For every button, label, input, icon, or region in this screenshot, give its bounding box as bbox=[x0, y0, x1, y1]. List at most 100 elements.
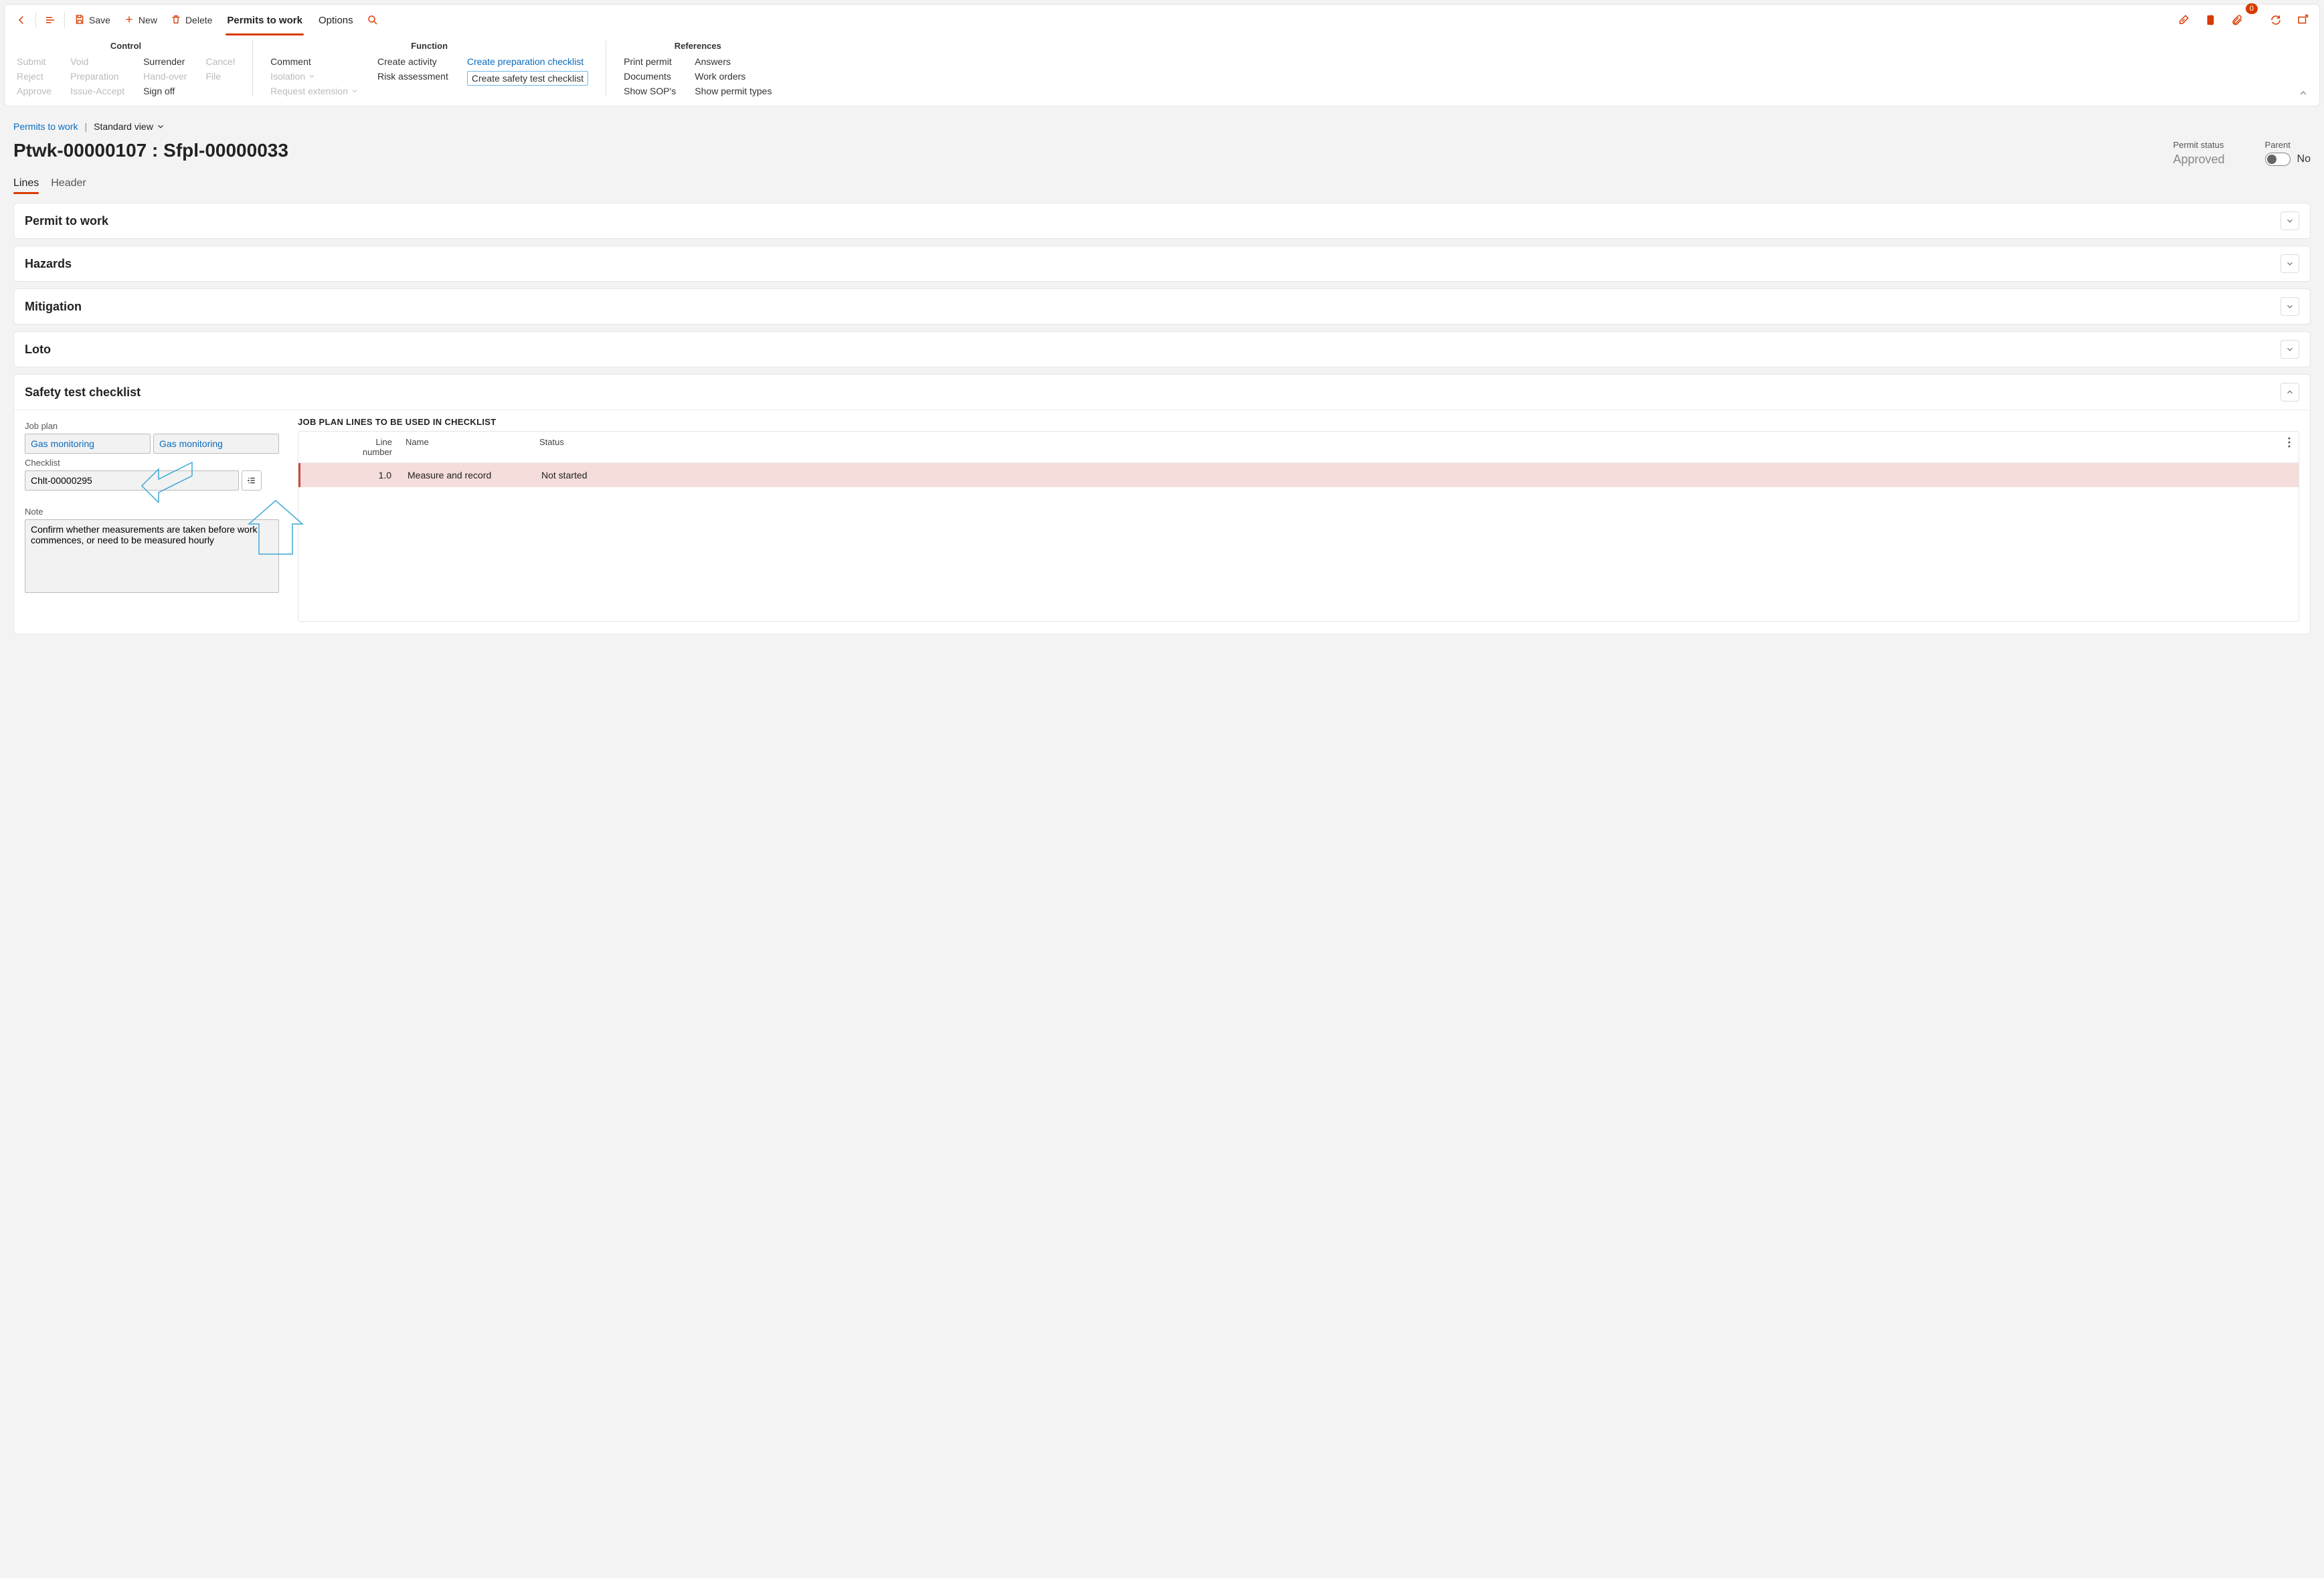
separator bbox=[64, 12, 65, 28]
new-label: New bbox=[139, 15, 157, 25]
expand-button[interactable] bbox=[2281, 211, 2299, 230]
action-create-safety-checklist[interactable]: Create safety test checklist bbox=[467, 71, 588, 86]
action-print-permit[interactable]: Print permit bbox=[624, 56, 676, 67]
action-request-extension[interactable]: Request extension bbox=[270, 86, 359, 96]
fasttab-title: Safety test checklist bbox=[25, 385, 141, 400]
fasttab-header[interactable]: Loto bbox=[14, 332, 2310, 367]
checklist-id-input[interactable] bbox=[25, 470, 239, 491]
back-button[interactable] bbox=[10, 9, 33, 31]
fasttab-loto: Loto bbox=[13, 331, 2311, 367]
action-preparation[interactable]: Preparation bbox=[70, 71, 124, 82]
chevron-up-icon bbox=[2285, 387, 2295, 397]
refresh-button[interactable] bbox=[2264, 9, 2287, 31]
collapse-button[interactable] bbox=[2281, 383, 2299, 402]
office-icon[interactable] bbox=[2199, 9, 2222, 31]
action-surrender[interactable]: Surrender bbox=[143, 56, 187, 67]
note-textarea[interactable] bbox=[25, 519, 279, 593]
job-plan-name-input[interactable] bbox=[153, 434, 279, 454]
action-create-prep-checklist[interactable]: Create preparation checklist bbox=[467, 56, 588, 67]
col-status[interactable]: Status bbox=[533, 432, 2280, 462]
title-row: Ptwk-00000107 : Sfpl-00000033 Permit sta… bbox=[13, 140, 2311, 173]
safety-form: Job plan Checklist Note bbox=[25, 417, 279, 622]
expand-button[interactable] bbox=[2281, 254, 2299, 273]
group-title: Control bbox=[17, 41, 235, 56]
separator bbox=[35, 12, 36, 28]
ribbon-group-control: Control Submit Reject Approve Void Prepa… bbox=[17, 41, 235, 96]
chevron-down-icon bbox=[2285, 259, 2295, 268]
ribbon-group-function: Function Comment Isolation Request exten… bbox=[270, 41, 588, 96]
action-file[interactable]: File bbox=[205, 71, 235, 82]
plus-icon bbox=[124, 14, 135, 27]
action-show-permit-types[interactable]: Show permit types bbox=[695, 86, 772, 96]
eraser-icon[interactable] bbox=[2172, 9, 2195, 31]
action-void[interactable]: Void bbox=[70, 56, 124, 67]
action-risk-assessment[interactable]: Risk assessment bbox=[377, 71, 448, 82]
view-selector[interactable]: Standard view bbox=[94, 121, 165, 132]
new-button[interactable]: New bbox=[117, 9, 164, 31]
job-plan-grid: Line number Name Status 1.0 Measure and … bbox=[298, 431, 2299, 622]
action-create-activity[interactable]: Create activity bbox=[377, 56, 448, 67]
action-reject[interactable]: Reject bbox=[17, 71, 52, 82]
chevron-down-icon bbox=[156, 122, 165, 131]
action-approve[interactable]: Approve bbox=[17, 86, 52, 96]
action-handover[interactable]: Hand-over bbox=[143, 71, 187, 82]
expand-button[interactable] bbox=[2281, 340, 2299, 359]
trash-icon bbox=[171, 14, 181, 27]
fasttab-hazards: Hazards bbox=[13, 246, 2311, 282]
action-documents[interactable]: Documents bbox=[624, 71, 676, 82]
fasttab-header[interactable]: Mitigation bbox=[14, 289, 2310, 324]
subtab-header[interactable]: Header bbox=[51, 177, 86, 193]
delete-label: Delete bbox=[185, 15, 212, 25]
breadcrumb-link[interactable]: Permits to work bbox=[13, 121, 78, 132]
grid-header-row: Line number Name Status bbox=[298, 432, 2299, 463]
chevron-down-icon bbox=[2285, 216, 2295, 226]
checklist-lookup-button[interactable] bbox=[242, 470, 262, 491]
fasttab-title: Hazards bbox=[25, 257, 72, 271]
collapse-ribbon-button[interactable] bbox=[2298, 88, 2309, 100]
parent-toggle[interactable] bbox=[2265, 153, 2291, 166]
attachments-button[interactable] bbox=[2226, 9, 2248, 31]
action-issue-accept[interactable]: Issue-Accept bbox=[70, 86, 124, 96]
tab-options[interactable]: Options bbox=[310, 5, 361, 35]
ribbon-group-references: References Print permit Documents Show S… bbox=[624, 41, 772, 96]
save-button[interactable]: Save bbox=[68, 9, 117, 31]
action-isolation[interactable]: Isolation bbox=[270, 71, 359, 82]
fasttab-safety-checklist: Safety test checklist Job plan Checklist bbox=[13, 374, 2311, 634]
list-toggle-icon[interactable] bbox=[39, 9, 62, 31]
action-work-orders[interactable]: Work orders bbox=[695, 71, 772, 82]
chevron-down-icon bbox=[351, 87, 359, 95]
grid-row[interactable]: 1.0 Measure and record Not started bbox=[298, 463, 2299, 487]
tab-permits-to-work[interactable]: Permits to work bbox=[219, 5, 310, 35]
action-submit[interactable]: Submit bbox=[17, 56, 52, 67]
cell-status: Not started bbox=[535, 463, 2299, 487]
expand-button[interactable] bbox=[2281, 297, 2299, 316]
page-content: Permits to work | Standard view Ptwk-000… bbox=[0, 110, 2324, 654]
grid-more-button[interactable] bbox=[2280, 432, 2299, 462]
action-show-sops[interactable]: Show SOP's bbox=[624, 86, 676, 96]
job-plan-id-input[interactable] bbox=[25, 434, 151, 454]
parent-field: Parent No bbox=[2265, 140, 2311, 167]
action-answers[interactable]: Answers bbox=[695, 56, 772, 67]
popout-button[interactable] bbox=[2291, 9, 2314, 31]
fasttab-header[interactable]: Safety test checklist bbox=[14, 375, 2310, 410]
parent-label: Parent bbox=[2265, 140, 2311, 150]
action-comment[interactable]: Comment bbox=[270, 56, 359, 67]
search-button[interactable] bbox=[361, 9, 384, 31]
save-label: Save bbox=[89, 15, 110, 25]
action-pane: Save New Delete Permits to work Options bbox=[4, 4, 2320, 106]
fasttab-header[interactable]: Permit to work bbox=[14, 203, 2310, 238]
fasttab-mitigation: Mitigation bbox=[13, 288, 2311, 325]
action-cancel[interactable]: Cancel bbox=[205, 56, 235, 67]
subtabs: Lines Header bbox=[13, 177, 2311, 193]
col-name[interactable]: Name bbox=[399, 432, 533, 462]
status-value: Approved bbox=[2173, 153, 2224, 167]
chevron-down-icon bbox=[2285, 302, 2295, 311]
fasttab-header[interactable]: Hazards bbox=[14, 246, 2310, 281]
attachments-count: 0 bbox=[2246, 3, 2258, 14]
subtab-lines[interactable]: Lines bbox=[13, 177, 39, 193]
delete-button[interactable]: Delete bbox=[164, 9, 219, 31]
action-signoff[interactable]: Sign off bbox=[143, 86, 187, 96]
col-line-number[interactable]: Line number bbox=[341, 432, 399, 462]
job-plan-grid-section: JOB PLAN LINES TO BE USED IN CHECKLIST L… bbox=[298, 417, 2299, 622]
grid-header-spacer bbox=[298, 432, 341, 462]
